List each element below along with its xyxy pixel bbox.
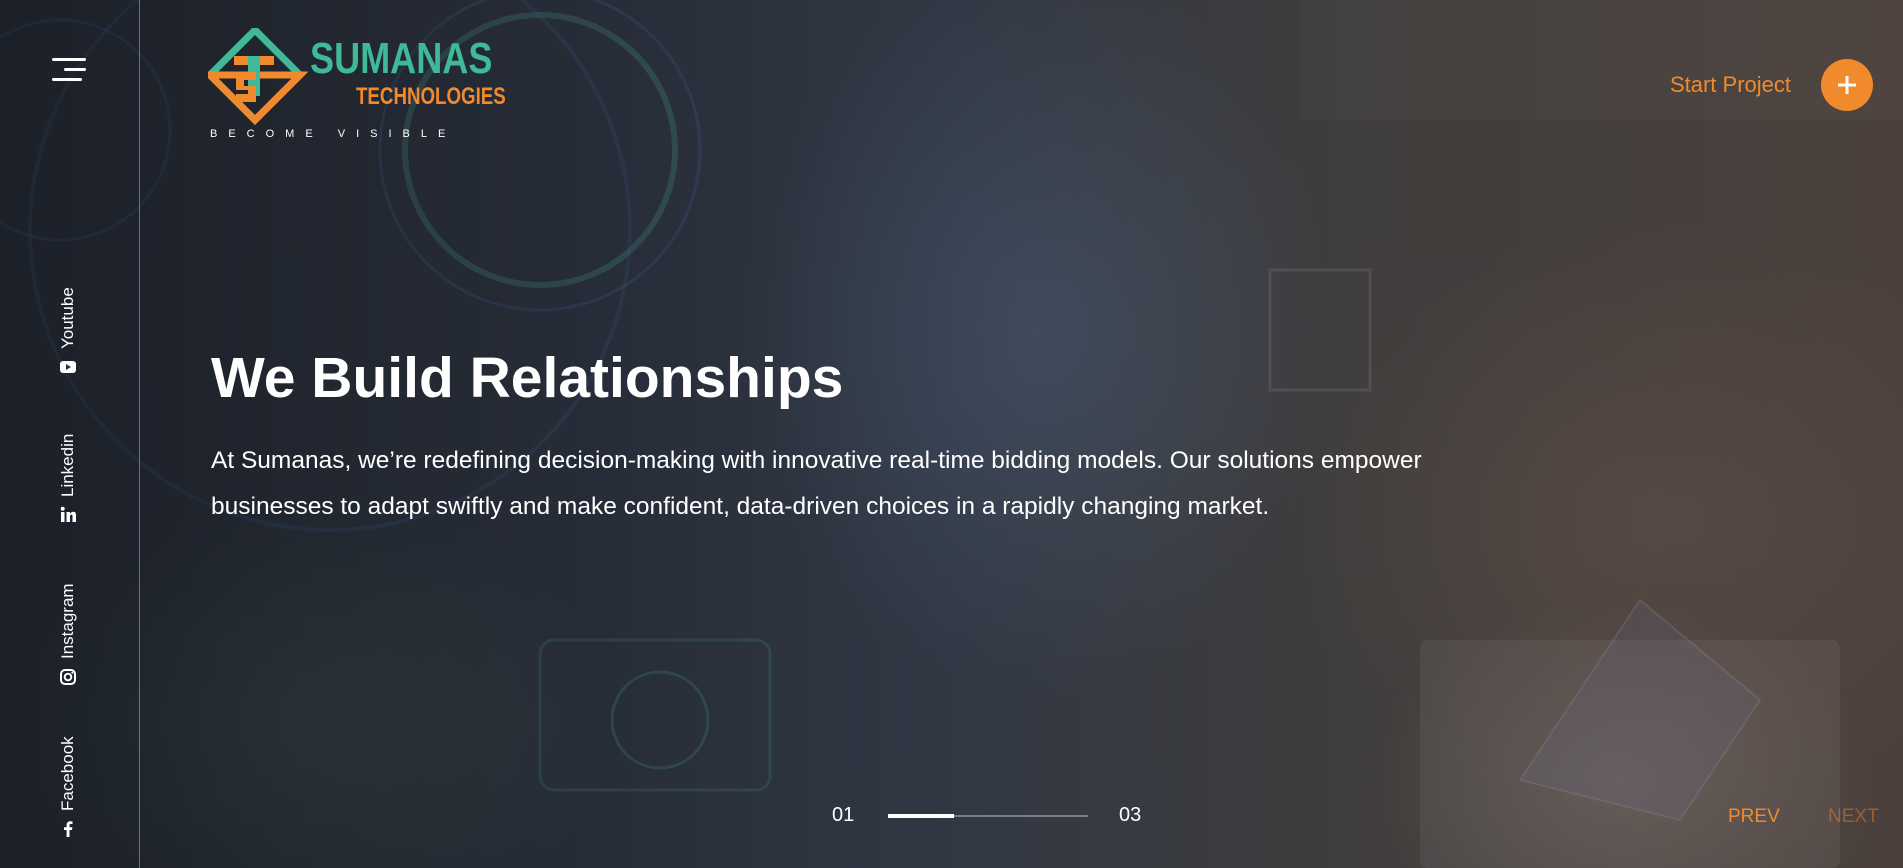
linkedin-icon (59, 506, 77, 524)
hamburger-menu-button[interactable] (52, 58, 86, 84)
facebook-icon (59, 820, 77, 838)
hero-headline: We Build Relationships (211, 346, 844, 410)
menu-line (52, 78, 82, 81)
social-label: Facebook (58, 736, 77, 811)
social-label: Instagram (58, 583, 77, 659)
menu-line (64, 68, 86, 71)
youtube-icon (59, 358, 77, 376)
brand-subtitle: TECHNOLOGIES (356, 83, 506, 110)
menu-line (52, 58, 86, 61)
left-sidebar: Youtube Linkedin Instagram Facebook (0, 0, 140, 868)
start-project-button[interactable] (1821, 59, 1873, 111)
social-link-linkedin[interactable]: Linkedin (58, 434, 78, 524)
logo-mark-icon (208, 28, 308, 125)
instagram-icon (59, 668, 77, 686)
social-label: Youtube (58, 287, 77, 349)
slide-total-number: 03 (1119, 804, 1142, 826)
brand-name: SUMANAS (310, 34, 493, 83)
slide-current-number: 01 (832, 804, 855, 826)
plus-icon (1838, 76, 1856, 94)
slide-progress-fill (888, 814, 954, 818)
hero-paragraph: At Sumanas, we’re redefining decision-ma… (211, 447, 1422, 520)
start-project-link[interactable]: Start Project (1670, 72, 1791, 98)
social-link-facebook[interactable]: Facebook (58, 736, 78, 838)
brand-logo[interactable]: SUMANAS TECHNOLOGIES BECOME VISIBLE (208, 28, 506, 146)
next-slide-button[interactable]: NEXT (1828, 806, 1879, 828)
social-link-youtube[interactable]: Youtube (58, 287, 78, 376)
social-label: Linkedin (58, 433, 77, 497)
slide-progress-track (888, 814, 1088, 818)
prev-slide-button[interactable]: PREV (1728, 806, 1780, 828)
social-link-instagram[interactable]: Instagram (58, 583, 78, 686)
brand-tagline: BECOME VISIBLE (210, 128, 457, 140)
